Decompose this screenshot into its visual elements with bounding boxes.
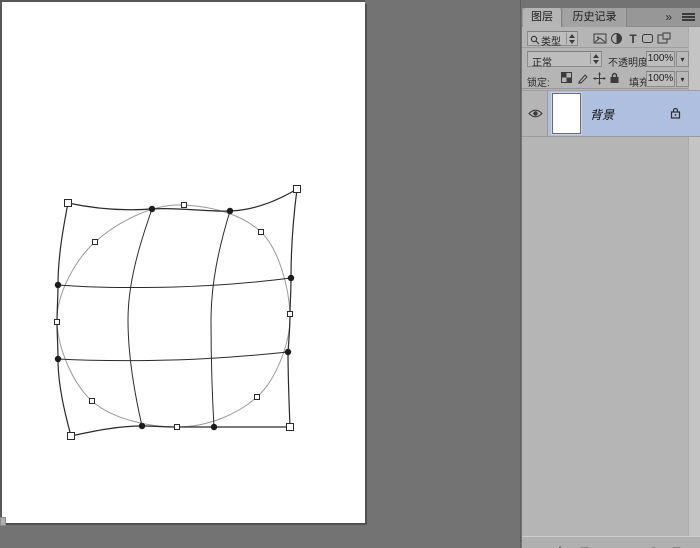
warp-anchor-point[interactable] bbox=[89, 398, 95, 404]
opacity-value[interactable]: 100% bbox=[646, 51, 675, 67]
warp-anchor-point[interactable] bbox=[174, 424, 180, 430]
tab-layers[interactable]: 图层 bbox=[523, 8, 562, 27]
adjustment-layers-filter-icon[interactable] bbox=[610, 32, 624, 45]
layer-filter-row: 类型 T bbox=[522, 29, 688, 48]
lock-position-icon[interactable] bbox=[593, 72, 606, 85]
type-layers-filter-icon[interactable]: T bbox=[626, 32, 640, 46]
panel-bottom-bar: ∞fx▣◐▭▯▦ bbox=[522, 536, 700, 548]
warp-grid-line bbox=[57, 351, 289, 362]
warp-corner-handle[interactable] bbox=[286, 423, 294, 431]
layer-name[interactable]: 背景 bbox=[590, 106, 614, 123]
warp-control-dot[interactable] bbox=[287, 274, 295, 282]
warp-control-dot[interactable] bbox=[138, 422, 146, 430]
workspace bbox=[0, 0, 520, 548]
warp-grid-line bbox=[57, 277, 292, 289]
shape-layers-filter-icon[interactable] bbox=[641, 32, 655, 45]
filter-kind-dropdown[interactable]: 类型 bbox=[527, 31, 578, 48]
dropdown-spinner-icon bbox=[566, 33, 576, 44]
warp-anchor-point[interactable] bbox=[92, 239, 98, 245]
warp-grid-line bbox=[210, 210, 231, 428]
lock-label: 锁定: bbox=[527, 78, 550, 89]
visibility-cell[interactable] bbox=[522, 91, 548, 136]
warp-mesh[interactable] bbox=[0, 0, 520, 548]
warp-corner-handle[interactable] bbox=[293, 185, 301, 193]
lock-row: 锁定: 填充: 100% ▾ bbox=[522, 69, 689, 89]
panel-menu-icon[interactable] bbox=[682, 13, 695, 22]
fill-dropdown-button[interactable]: ▾ bbox=[676, 71, 689, 87]
collapse-panel-icon[interactable]: » bbox=[665, 10, 672, 24]
selected-layer-row[interactable]: 背景 bbox=[548, 91, 700, 136]
layers-panel-body: 类型 T 正常 不透明度: 100% ▾ 锁定: 填充: 100% ▾ 背景 bbox=[522, 27, 700, 548]
layer-list: 背景 bbox=[522, 90, 700, 548]
warp-anchor-point[interactable] bbox=[54, 319, 60, 325]
warp-control-points[interactable] bbox=[54, 185, 301, 440]
layer-thumbnail[interactable] bbox=[552, 93, 581, 134]
warp-control-dot[interactable] bbox=[284, 348, 292, 356]
opacity-dropdown-button[interactable]: ▾ bbox=[676, 51, 689, 67]
fill-value[interactable]: 100% bbox=[646, 71, 675, 87]
warp-corner-handle[interactable] bbox=[67, 432, 75, 440]
warp-anchor-point[interactable] bbox=[258, 229, 264, 235]
warped-circle-shape bbox=[56, 204, 291, 428]
warp-control-dot[interactable] bbox=[54, 281, 62, 289]
tab-history[interactable]: 历史记录 bbox=[563, 8, 627, 27]
blend-mode-dropdown[interactable]: 正常 bbox=[527, 51, 602, 69]
search-icon bbox=[530, 35, 540, 45]
blend-mode-row: 正常 不透明度: 100% ▾ bbox=[522, 49, 689, 69]
warp-anchor-point[interactable] bbox=[254, 394, 260, 400]
warp-control-dot[interactable] bbox=[210, 423, 218, 431]
warp-control-dot[interactable] bbox=[226, 207, 234, 215]
blend-mode-value: 正常 bbox=[532, 58, 552, 69]
warp-anchor-point[interactable] bbox=[181, 202, 187, 208]
warp-corner-handle[interactable] bbox=[64, 199, 72, 207]
panel-tab-bar: 图层 历史记录 » bbox=[522, 8, 700, 27]
layer-lock-icon bbox=[670, 107, 681, 119]
lock-all-icon[interactable] bbox=[609, 72, 622, 85]
filter-kind-label: 类型 bbox=[541, 37, 561, 48]
eye-icon[interactable] bbox=[528, 108, 543, 119]
layer-row-background[interactable]: 背景 bbox=[522, 90, 700, 137]
warp-grid-line bbox=[127, 208, 153, 427]
lock-pixels-icon[interactable] bbox=[577, 72, 590, 85]
smart-object-filter-icon[interactable] bbox=[657, 32, 671, 45]
layers-panel: 图层 历史记录 » 类型 T 正常 不透明度: 100% ▾ 锁定: 填充: 1… bbox=[520, 0, 700, 548]
lock-transparency-icon[interactable] bbox=[561, 72, 574, 85]
warp-anchor-point[interactable] bbox=[287, 311, 293, 317]
opacity-label: 不透明度: bbox=[608, 58, 651, 69]
pixel-layers-filter-icon[interactable] bbox=[593, 32, 607, 45]
dropdown-spinner-icon bbox=[590, 53, 600, 64]
warp-control-dot[interactable] bbox=[148, 205, 156, 213]
warp-control-dot[interactable] bbox=[54, 355, 62, 363]
